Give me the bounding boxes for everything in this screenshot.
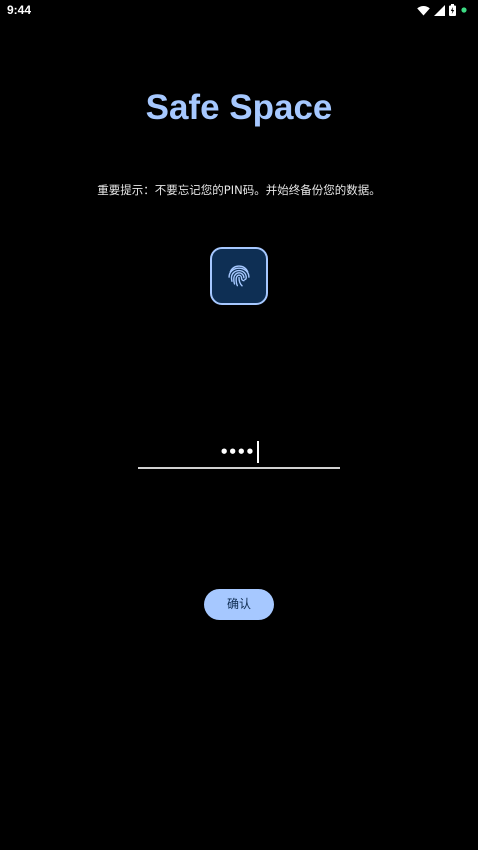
app-title: Safe Space [145, 88, 333, 127]
cell-signal-icon [434, 4, 445, 16]
battery-icon [449, 4, 456, 16]
fingerprint-button[interactable] [210, 247, 268, 305]
confirm-button[interactable]: 确认 [204, 589, 274, 620]
status-time: 9:44 [7, 3, 32, 17]
lock-screen: 9:44 Safe Space 重要提示：不要忘记您的PIN码。并始终备份您的数… [0, 0, 478, 850]
pin-input-value-wrap: •••• [138, 441, 340, 463]
pin-input-underline [138, 467, 340, 469]
status-icons [417, 3, 468, 17]
text-caret [256, 441, 259, 463]
pin-input-value: •••• [219, 443, 254, 461]
wifi-icon [417, 5, 430, 15]
pin-warning-text: 重要提示：不要忘记您的PIN码。并始终备份您的数据。 [97, 183, 381, 197]
pin-input[interactable]: •••• [138, 438, 340, 470]
status-bar: 9:44 [0, 0, 478, 20]
fingerprint-icon [228, 265, 250, 287]
notification-dot-icon [461, 7, 467, 13]
